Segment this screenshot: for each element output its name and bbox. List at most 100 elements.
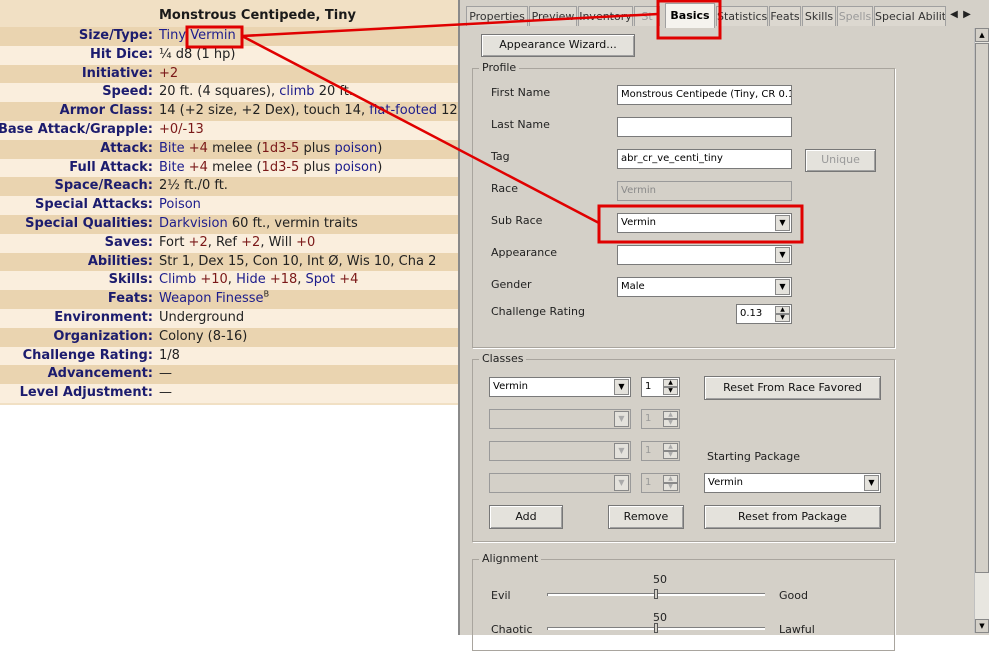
class-2-dropdown[interactable]: ▼ [489, 409, 631, 429]
class-4-dropdown[interactable]: ▼ [489, 473, 631, 493]
scrollbar-thumb[interactable] [975, 43, 989, 573]
stat-text: +4 [188, 159, 208, 175]
alignment-group: Alignment [472, 552, 895, 651]
subrace-label: Sub Race [491, 214, 543, 227]
add-class-button[interactable]: Add [489, 505, 563, 529]
stat-row: Armor Class: 14 (+2 size, +2 Dex), touch … [0, 102, 458, 121]
stat-value: — [159, 384, 172, 403]
stat-link[interactable]: Vermin [190, 28, 236, 43]
chevron-down-icon[interactable]: ▼ [864, 475, 879, 491]
tab-scroll-right-icon[interactable]: ▶ [961, 7, 973, 23]
stat-link[interactable]: poison [334, 160, 377, 175]
challenge-rating-spinner[interactable]: 0.13 ▲ ▼ [736, 304, 792, 324]
tab-scroll-left-icon[interactable]: ◀ [948, 7, 960, 23]
tab-statistics-partial[interactable]: St [634, 6, 660, 26]
stat-link[interactable]: Bite [159, 141, 189, 156]
spin-down-icon[interactable]: ▼ [663, 483, 678, 491]
stat-link[interactable]: poison [334, 141, 377, 156]
tab-inventory[interactable]: Inventory [578, 6, 633, 26]
tab-skills[interactable]: Skills [802, 6, 836, 26]
alignment-group-title: Alignment [479, 552, 542, 565]
remove-class-button[interactable]: Remove [608, 505, 684, 529]
stat-block: Monstrous Centipede, Tiny Size/Type: Tiny… [0, 0, 458, 405]
tab-preview[interactable]: Preview [529, 6, 577, 26]
spin-up-icon[interactable]: ▲ [663, 475, 678, 483]
vertical-scrollbar[interactable]: ▲ ▼ [974, 28, 989, 633]
chevron-down-icon[interactable]: ▼ [614, 411, 629, 427]
stat-value: Bite +4 melee (1d3-5 plus poison) [159, 140, 382, 159]
stat-text: , [227, 272, 237, 288]
class-3-dropdown[interactable]: ▼ [489, 441, 631, 461]
stat-link[interactable]: Hide [236, 272, 266, 287]
stat-label: Environment: [54, 309, 153, 325]
stat-link[interactable]: Climb [159, 272, 196, 287]
stat-link[interactable]: Bite [159, 160, 189, 175]
scroll-up-icon[interactable]: ▲ [975, 28, 989, 42]
stat-row: Feats: Weapon FinesseB [0, 290, 458, 309]
first-name-field[interactable]: Monstrous Centipede (Tiny, CR 0.1 [617, 85, 792, 105]
reset-from-race-favored-button[interactable]: Reset From Race Favored [704, 376, 881, 400]
spin-down-icon[interactable]: ▼ [775, 314, 790, 322]
chevron-down-icon[interactable]: ▼ [775, 247, 790, 263]
stat-value: 2½ ft./0 ft. [159, 177, 228, 196]
class-4-level-spinner[interactable]: 1 ▲ ▼ [641, 473, 680, 493]
tag-field[interactable]: abr_cr_ve_centi_tiny [617, 149, 792, 169]
tab-basics[interactable]: Basics [665, 3, 715, 28]
appearance-wizard-button[interactable]: Appearance Wizard... [481, 34, 635, 57]
stat-link[interactable]: climb [279, 84, 314, 99]
stat-value: Weapon FinesseB [159, 290, 269, 309]
stat-text: 20 ft. [314, 84, 353, 100]
class-1-dropdown[interactable]: Vermin ▼ [489, 377, 631, 397]
class-1-level-spinner[interactable]: 1 ▲ ▼ [641, 377, 680, 397]
tab-feats[interactable]: Feats [769, 6, 801, 26]
spin-down-icon[interactable]: ▼ [663, 419, 678, 427]
chevron-down-icon[interactable]: ▼ [614, 443, 629, 459]
stat-link[interactable]: Weapon Finesse [159, 291, 264, 306]
appearance-dropdown[interactable]: ▼ [617, 245, 792, 265]
chevron-down-icon[interactable]: ▼ [775, 279, 790, 295]
stat-label: Base Attack/Grapple: [0, 121, 153, 137]
stat-link[interactable]: Spot [306, 272, 336, 287]
gender-value: Male [621, 281, 645, 292]
last-name-field[interactable] [617, 117, 792, 137]
stat-link[interactable]: Poison [159, 197, 201, 212]
stat-link[interactable]: Darkvision [159, 216, 228, 231]
tab-statistics[interactable]: Statistics [716, 6, 768, 26]
class-2-level-spinner[interactable]: 1 ▲ ▼ [641, 409, 680, 429]
spin-up-icon[interactable]: ▲ [775, 306, 790, 314]
stat-text: Colony (8-16) [159, 328, 248, 344]
reset-from-package-button[interactable]: Reset from Package [704, 505, 881, 529]
gender-dropdown[interactable]: Male ▼ [617, 277, 792, 297]
chevron-down-icon[interactable]: ▼ [614, 475, 629, 491]
scroll-down-icon[interactable]: ▼ [975, 619, 989, 633]
stat-row: Base Attack/Grapple: +0/-13 [0, 120, 458, 140]
tab-spells[interactable]: Spells [837, 6, 873, 26]
chevron-down-icon[interactable]: ▼ [614, 379, 629, 395]
stat-text: +0 [296, 234, 316, 250]
spin-up-icon[interactable]: ▲ [663, 411, 678, 419]
class-2-level-value: 1 [645, 413, 652, 424]
starting-package-label: Starting Package [707, 450, 800, 463]
stat-row: Special Qualities: Darkvision 60 ft., ver… [0, 214, 458, 234]
good-evil-slider-thumb[interactable] [654, 589, 658, 599]
good-evil-value: 50 [653, 573, 667, 586]
spin-down-icon[interactable]: ▼ [663, 451, 678, 459]
tab-properties[interactable]: Properties [466, 6, 528, 26]
stat-label: Abilities: [87, 253, 153, 269]
stat-link[interactable]: Tiny [159, 28, 190, 43]
stat-text: +2 [241, 234, 261, 250]
starting-package-dropdown[interactable]: Vermin ▼ [704, 473, 881, 493]
spin-up-icon[interactable]: ▲ [663, 379, 678, 387]
unique-button[interactable]: Unique [805, 149, 876, 172]
stat-text: 1d3-5 [261, 159, 300, 175]
stat-link[interactable]: flat-footed [369, 103, 437, 118]
spin-down-icon[interactable]: ▼ [663, 387, 678, 395]
chevron-down-icon[interactable]: ▼ [775, 215, 790, 231]
class-3-level-spinner[interactable]: 1 ▲ ▼ [641, 441, 680, 461]
stat-text: Fort [159, 234, 189, 250]
subrace-dropdown[interactable]: Vermin ▼ [617, 213, 792, 233]
spin-up-icon[interactable]: ▲ [663, 443, 678, 451]
law-chaos-slider-thumb[interactable] [654, 623, 658, 633]
first-name-label: First Name [491, 86, 551, 99]
tab-special-abilities[interactable]: Special Abilit [874, 6, 946, 26]
